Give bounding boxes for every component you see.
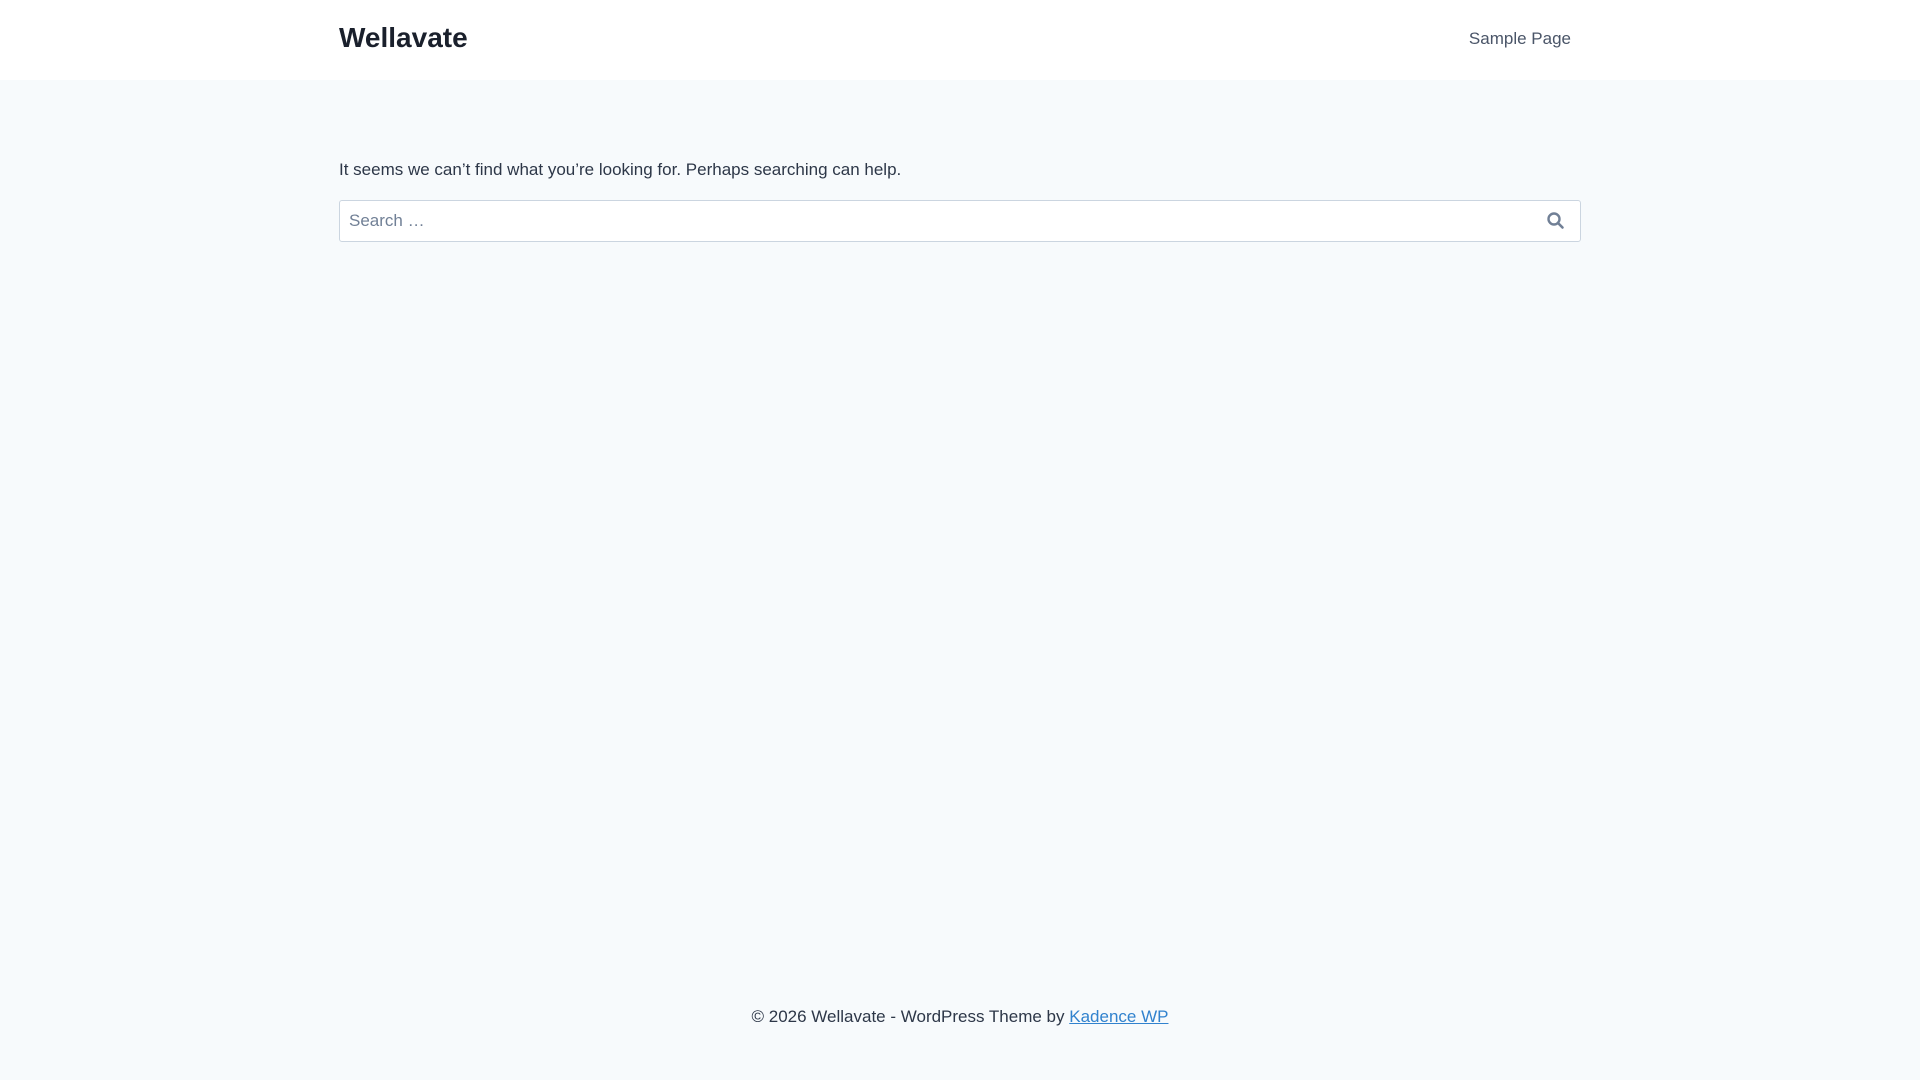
nav-item-sample-page[interactable]: Sample Page: [1469, 29, 1571, 49]
kadence-wp-link[interactable]: Kadence WP: [1069, 1007, 1168, 1026]
search-input[interactable]: [340, 201, 1520, 241]
search-form: [339, 200, 1581, 242]
site-title-link[interactable]: Wellavate: [339, 22, 468, 54]
site-footer: © 2026 Wellavate - WordPress Theme by Ka…: [0, 1007, 1920, 1027]
footer-copyright: © 2026 Wellavate - WordPress Theme by: [751, 1007, 1070, 1026]
not-found-message: It seems we can’t find what you’re looki…: [339, 160, 902, 179]
search-button[interactable]: [1546, 211, 1566, 231]
search-icon: [1547, 212, 1564, 229]
site-header: Wellavate Sample Page: [0, 0, 1920, 80]
main-content: It seems we can’t find what you’re looki…: [339, 160, 1581, 242]
